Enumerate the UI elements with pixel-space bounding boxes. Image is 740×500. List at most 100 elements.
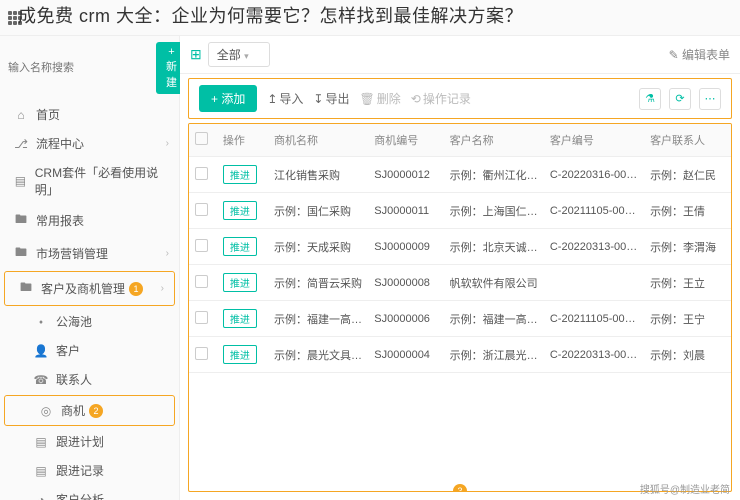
row-checkbox[interactable]	[195, 239, 208, 252]
edit-form-link[interactable]: ✎ 编辑表单	[669, 46, 730, 63]
nav-icon: ▤	[34, 464, 48, 478]
table-row[interactable]: 推进示例：简晋云采购SJ0000008帆软软件有限公司示例：王立	[189, 265, 731, 301]
row-checkbox[interactable]	[195, 347, 208, 360]
table-row[interactable]: 推进示例：天成采购SJ0000009示例：北京天诚软件…C-20220313-0…	[189, 229, 731, 265]
nav-label: 跟进计划	[56, 433, 104, 450]
nav-icon: ⎇	[14, 137, 28, 151]
cell-contact: 示例：刘晨	[644, 337, 731, 373]
nav-item[interactable]: 🖿 市场营销管理 ›	[0, 237, 179, 270]
nav-icon: ◎	[39, 404, 53, 418]
nav-icon: ⌂	[14, 108, 28, 122]
nav-item[interactable]: ⌂ 首页	[0, 100, 179, 129]
nav-item[interactable]: 🞄 公海池	[0, 307, 179, 336]
nav-item[interactable]: ▤ 跟进记录	[0, 456, 179, 485]
column-header[interactable]: 操作	[217, 124, 268, 157]
cell-code: SJ0000008	[368, 265, 443, 301]
table-row[interactable]: 推进江化销售采购SJ0000012示例：衢州江化集团C-20220316-000…	[189, 157, 731, 193]
advance-button[interactable]: 推进	[223, 165, 257, 184]
cell-ccode: C-20211105-0000004	[544, 301, 644, 337]
nav-icon: ☎	[34, 373, 48, 387]
cell-code: SJ0000012	[368, 157, 443, 193]
cell-code: SJ0000006	[368, 301, 443, 337]
nav-label: 客户及商机管理	[41, 280, 125, 297]
nav-label: 市场营销管理	[36, 245, 108, 262]
cell-code: SJ0000011	[368, 193, 443, 229]
cell-ccode: C-20211105-0000001	[544, 193, 644, 229]
nav-icon: 🞄	[34, 314, 48, 329]
cell-customer: 示例：福建一高集团	[444, 301, 544, 337]
delete-link[interactable]: 🗑 删除	[360, 90, 401, 107]
nav-label: 商机	[61, 402, 85, 419]
history-link[interactable]: ⟲ 操作记录	[411, 90, 471, 107]
advance-button[interactable]: 推进	[223, 345, 257, 364]
advance-button[interactable]: 推进	[223, 309, 257, 328]
chevron-icon: ›	[161, 283, 164, 294]
nav-label: 常用报表	[36, 212, 84, 229]
column-header[interactable]: 客户联系人	[644, 124, 731, 157]
cell-name: 示例：天成采购	[268, 229, 368, 265]
nav-item[interactable]: ◔客户分析	[0, 485, 179, 500]
nav-icon: ◔	[34, 493, 48, 500]
search-input[interactable]	[8, 56, 150, 80]
advance-button[interactable]: 推进	[223, 237, 257, 256]
cell-code: SJ0000004	[368, 337, 443, 373]
nav-icon: 🖿	[14, 243, 28, 264]
chevron-icon: ›	[166, 248, 169, 259]
page-overlay-title: 成免费 crm 大全：企业为何需要它？怎样找到最佳解决方案？	[18, 2, 730, 28]
nav-item[interactable]: ▤ 跟进计划	[0, 427, 179, 456]
more-icon-button[interactable]: ⋯	[699, 88, 721, 110]
nav-item[interactable]: ▤CRM套件「必看使用说明」	[0, 158, 179, 204]
nav-item[interactable]: ⎇流程中心›	[0, 129, 179, 158]
cell-name: 示例：福建一高3月订单	[268, 301, 368, 337]
cell-name: 示例：国仁采购	[268, 193, 368, 229]
nav-icon: ▤	[34, 435, 48, 449]
column-header[interactable]: 商机编号	[368, 124, 443, 157]
nav-label: 客户	[56, 342, 80, 359]
nav-icon: ▤	[14, 174, 27, 188]
table-row[interactable]: 推进示例：福建一高3月订单SJ0000006示例：福建一高集团C-2021110…	[189, 301, 731, 337]
row-checkbox[interactable]	[195, 311, 208, 324]
nav-item[interactable]: ☎ 联系人	[0, 365, 179, 394]
nav-label: 公海池	[56, 313, 92, 330]
row-checkbox[interactable]	[195, 167, 208, 180]
grid-icon: ⊞	[190, 46, 202, 63]
cell-customer: 示例：浙江晨光文具…	[444, 337, 544, 373]
cell-ccode: C-20220313-0000004	[544, 337, 644, 373]
nav-list: ⌂首页⎇流程中心›▤CRM套件「必看使用说明」🖿常用报表🖿市场营销管理›🖿客户及…	[0, 100, 179, 500]
chevron-icon: ›	[166, 138, 169, 149]
column-header[interactable]: 客户编号	[544, 124, 644, 157]
cell-name: 示例：简晋云采购	[268, 265, 368, 301]
filter-icon-button[interactable]: ⚗	[639, 88, 661, 110]
nav-label: 跟进记录	[56, 462, 104, 479]
cell-ccode: C-20220313-0000002	[544, 229, 644, 265]
import-link[interactable]: ↥ 导入	[267, 90, 303, 107]
table-row[interactable]: 推进示例：晨光文具设备…SJ0000004示例：浙江晨光文具…C-2022031…	[189, 337, 731, 373]
cell-customer: 示例：上海国仁有限…	[444, 193, 544, 229]
table-row[interactable]: 推进示例：国仁采购SJ0000011示例：上海国仁有限…C-20211105-0…	[189, 193, 731, 229]
row-checkbox[interactable]	[195, 275, 208, 288]
nav-item[interactable]: 👤客户	[0, 336, 179, 365]
column-header[interactable]	[189, 124, 217, 157]
column-header[interactable]: 客户名称	[444, 124, 544, 157]
nav-item[interactable]: 🖿 常用报表	[0, 204, 179, 237]
advance-button[interactable]: 推进	[223, 273, 257, 292]
add-button[interactable]: + 添加	[199, 85, 257, 112]
row-checkbox[interactable]	[195, 203, 208, 216]
nav-item[interactable]: 🖿客户及商机管理1›	[4, 271, 175, 306]
cell-contact: 示例：赵仁民	[644, 157, 731, 193]
sidebar: + 新建 ⌂首页⎇流程中心›▤CRM套件「必看使用说明」🖿常用报表🖿市场营销管理…	[0, 36, 180, 500]
nav-item[interactable]: ◎商机2	[4, 395, 175, 426]
cell-ccode: C-20220316-0000001	[544, 157, 644, 193]
filter-select[interactable]: 全部 ▾	[208, 42, 270, 67]
nav-label: 联系人	[56, 371, 92, 388]
nav-icon: 🖿	[14, 210, 28, 231]
refresh-icon-button[interactable]: ⟳	[669, 88, 691, 110]
cell-customer: 示例：衢州江化集团	[444, 157, 544, 193]
select-all-checkbox[interactable]	[195, 132, 208, 145]
nav-label: 首页	[36, 106, 60, 123]
export-link[interactable]: ↧ 导出	[313, 90, 349, 107]
cell-name: 示例：晨光文具设备…	[268, 337, 368, 373]
advance-button[interactable]: 推进	[223, 201, 257, 220]
cell-customer: 帆软软件有限公司	[444, 265, 544, 301]
column-header[interactable]: 商机名称	[268, 124, 368, 157]
